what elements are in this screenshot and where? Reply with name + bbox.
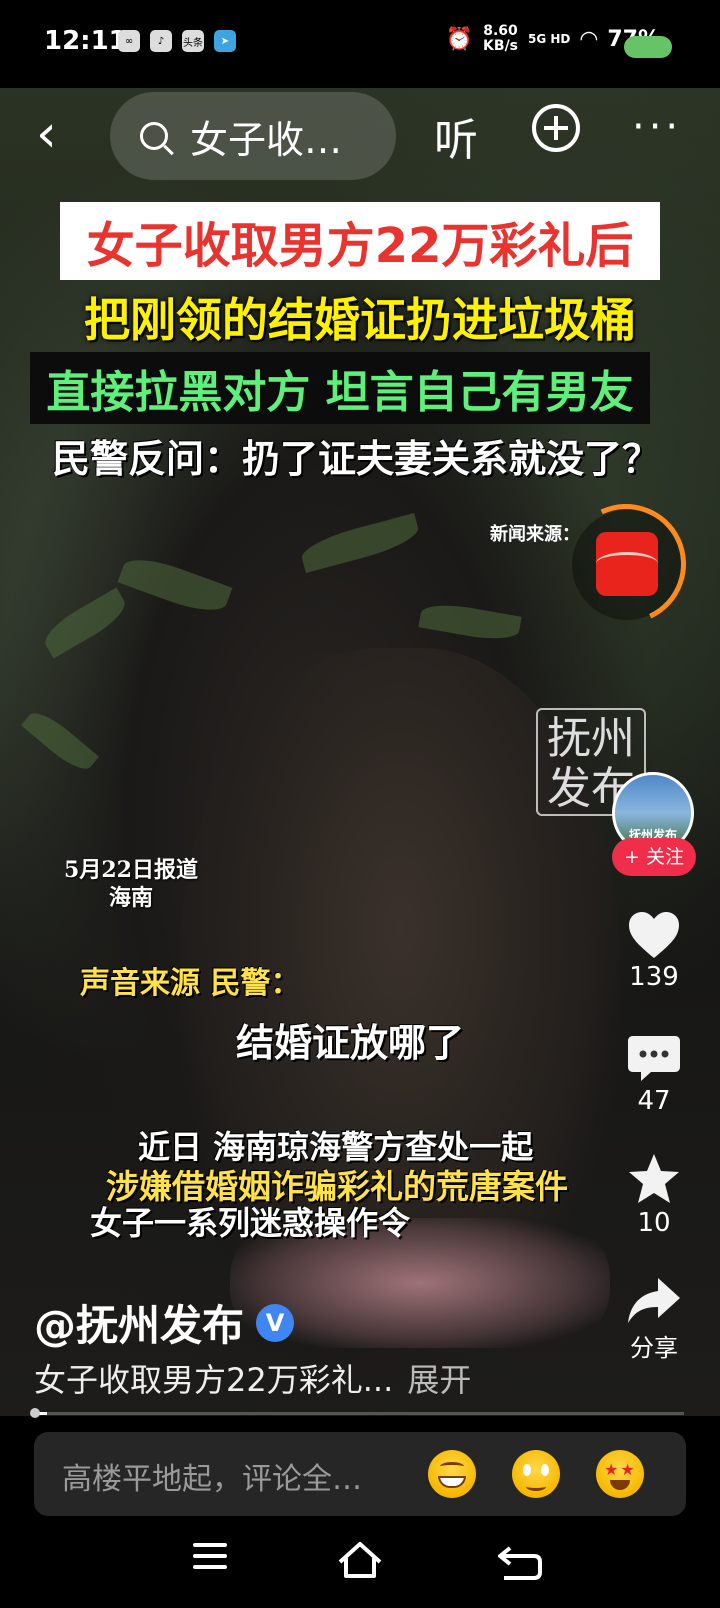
- comment-input[interactable]: 高楼平地起，评论全…: [62, 1454, 362, 1498]
- listen-button[interactable]: 听: [434, 104, 478, 168]
- back-nav-icon[interactable]: [490, 1536, 550, 1586]
- red-packet-icon: [596, 532, 658, 596]
- comment-button[interactable]: 47: [620, 1034, 688, 1116]
- caption-line-3: 直接拉黑对方 坦言自己有男友: [30, 352, 650, 424]
- expand-link[interactable]: 展开: [407, 1361, 471, 1399]
- red-packet-button[interactable]: [549, 487, 703, 641]
- like-button[interactable]: 139: [620, 910, 688, 992]
- back-icon[interactable]: ‹: [36, 104, 80, 164]
- search-text: 女子收…: [190, 117, 343, 162]
- status-bar: 12:11 ∞ ♪ 头条 ➤ ⏰ 8.60 KB/s 5G HD ◠ 77%: [0, 0, 720, 88]
- battery-icon: [624, 36, 672, 58]
- favorite-button[interactable]: 10: [620, 1152, 688, 1238]
- caption-headline: 女子收取男方22万彩礼后: [60, 202, 660, 280]
- heart-icon: [620, 910, 688, 960]
- system-nav-bar: [0, 1516, 720, 1608]
- net-speed: 8.60 KB/s: [483, 23, 519, 54]
- star-icon: [620, 1152, 688, 1206]
- caption-line-2: 把刚领的结婚证扔进垃圾桶: [84, 293, 636, 347]
- progress-handle[interactable]: [30, 1408, 40, 1418]
- leaf-decoration: [418, 599, 522, 645]
- subtitle-line-3: 女子一系列迷惑操作令: [90, 1204, 411, 1242]
- subtitle-source: 声音来源 民警：: [80, 966, 301, 1001]
- status-time: 12:11: [44, 26, 127, 56]
- menu-icon[interactable]: [180, 1536, 240, 1586]
- network-label: 5G HD: [528, 32, 571, 46]
- news-source: 新闻来源：: [490, 524, 580, 545]
- like-count: 139: [629, 962, 679, 992]
- leaf-decoration: [298, 512, 422, 574]
- subtitle-quote: 结婚证放哪了: [236, 1020, 465, 1065]
- tiktok-icon: ♪: [150, 30, 172, 52]
- video-progress-bar[interactable]: [34, 1412, 684, 1415]
- wifi-icon: ◠: [580, 26, 598, 52]
- star-eyes-emoji-icon[interactable]: [596, 1450, 644, 1498]
- follow-button[interactable]: + 关注: [612, 838, 696, 876]
- verified-icon: V: [256, 1303, 295, 1342]
- favorite-count: 10: [637, 1208, 671, 1238]
- caption-line-4: 民警反问：扔了证夫妻关系就没了？: [51, 437, 660, 481]
- home-icon[interactable]: [330, 1536, 390, 1586]
- search-box[interactable]: 女子收…: [110, 92, 396, 180]
- comment-bar[interactable]: 高楼平地起，评论全…: [34, 1432, 686, 1516]
- add-icon[interactable]: [532, 104, 580, 152]
- search-icon: [140, 122, 168, 150]
- toutiao-icon: 头条: [182, 30, 204, 52]
- author-name[interactable]: @抚州发布 V: [34, 1292, 295, 1353]
- leaf-decoration: [117, 550, 233, 620]
- notification-icons: ∞ ♪ 头条 ➤: [118, 30, 236, 52]
- telegram-icon: ➤: [214, 30, 236, 52]
- comment-count: 47: [637, 1086, 671, 1116]
- leaf-decoration: [38, 587, 132, 659]
- video-description[interactable]: 女子收取男方22万彩礼... 展开: [34, 1355, 471, 1401]
- smiling-emoji-icon[interactable]: [512, 1450, 560, 1498]
- share-button[interactable]: 分享: [620, 1276, 688, 1363]
- alarm-icon: ⏰: [445, 26, 474, 52]
- share-label: 分享: [630, 1334, 678, 1362]
- share-icon: [620, 1276, 688, 1326]
- more-icon[interactable]: ···: [632, 104, 682, 150]
- link-icon: ∞: [118, 30, 140, 52]
- report-date: 5月22日报道 海南: [64, 857, 198, 911]
- comment-icon: [620, 1034, 688, 1084]
- grinning-emoji-icon[interactable]: [428, 1450, 476, 1498]
- leaf-decoration: [21, 705, 99, 777]
